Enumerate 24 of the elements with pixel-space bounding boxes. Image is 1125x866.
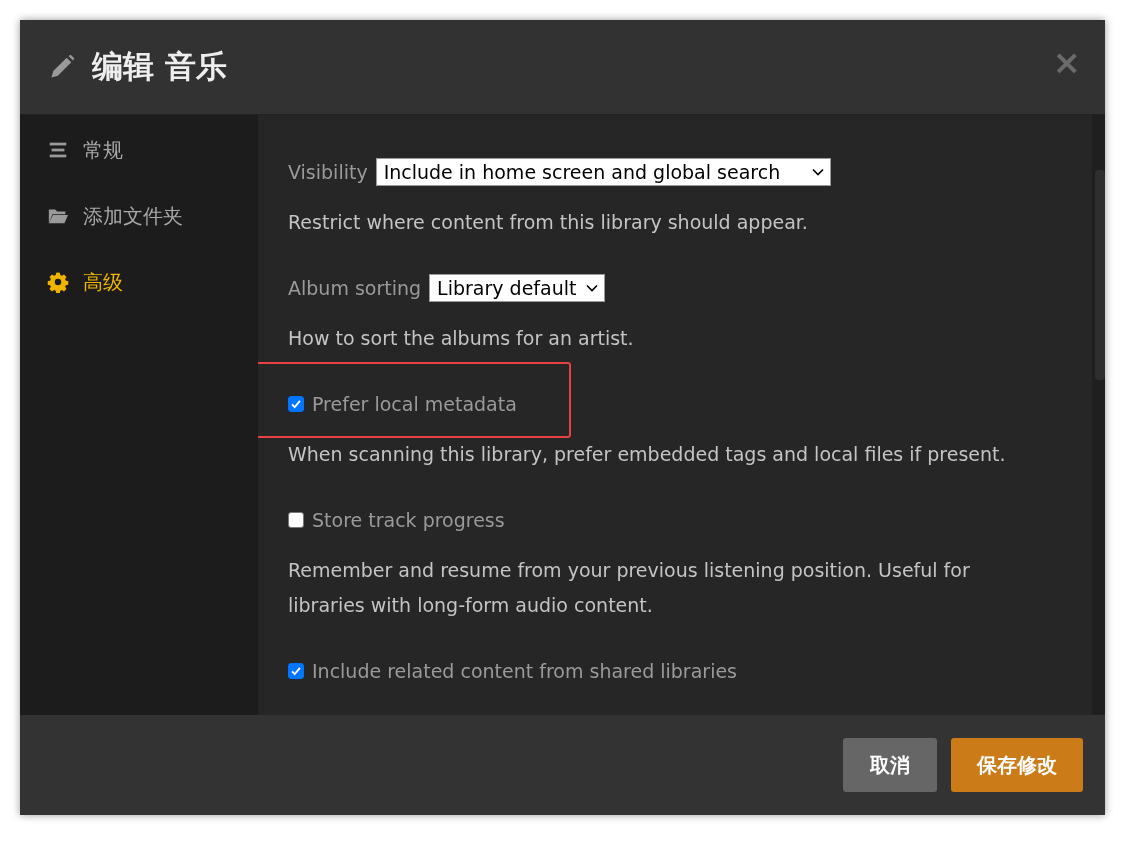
save-button[interactable]: 保存修改 (951, 738, 1083, 792)
settings-icon (47, 271, 69, 293)
caret-icon (812, 168, 825, 176)
setting-description: How to sort the albums for an artist. (288, 326, 635, 351)
sidebar-item[interactable]: 高级 (20, 249, 258, 315)
setting-description: Remember and resume from your previous listening position. Useful for libraries with long-form audio content. (288, 558, 971, 618)
dialog-title: 编辑 音乐 (92, 47, 227, 86)
checkbox-label[interactable]: Prefer local metadata (312, 393, 517, 415)
checkbox[interactable] (288, 663, 304, 679)
sidebar-item[interactable]: 添加文件夹 (20, 183, 258, 249)
sidebar-item[interactable]: 常规 (20, 117, 258, 183)
caret-icon (586, 284, 599, 292)
checkbox[interactable] (288, 512, 304, 528)
cancel-button[interactable]: 取消 (843, 738, 937, 792)
setting-description: When scanning this library, prefer embedded tags and local files if present. (288, 442, 1007, 467)
setting-description: Restrict where content from this library should appear. (288, 210, 809, 235)
checkbox[interactable] (288, 396, 304, 412)
checkbox-label[interactable]: Store track progress (312, 509, 505, 531)
scrollbar[interactable] (1095, 170, 1105, 380)
field-label: Visibility (288, 161, 368, 183)
dropdown[interactable]: Include in home screen and global search (375, 158, 832, 186)
checkbox-label[interactable]: Include related content from shared libraries (312, 660, 737, 682)
field-label: Album sorting (288, 277, 422, 299)
dropdown[interactable]: Library default (429, 274, 606, 302)
